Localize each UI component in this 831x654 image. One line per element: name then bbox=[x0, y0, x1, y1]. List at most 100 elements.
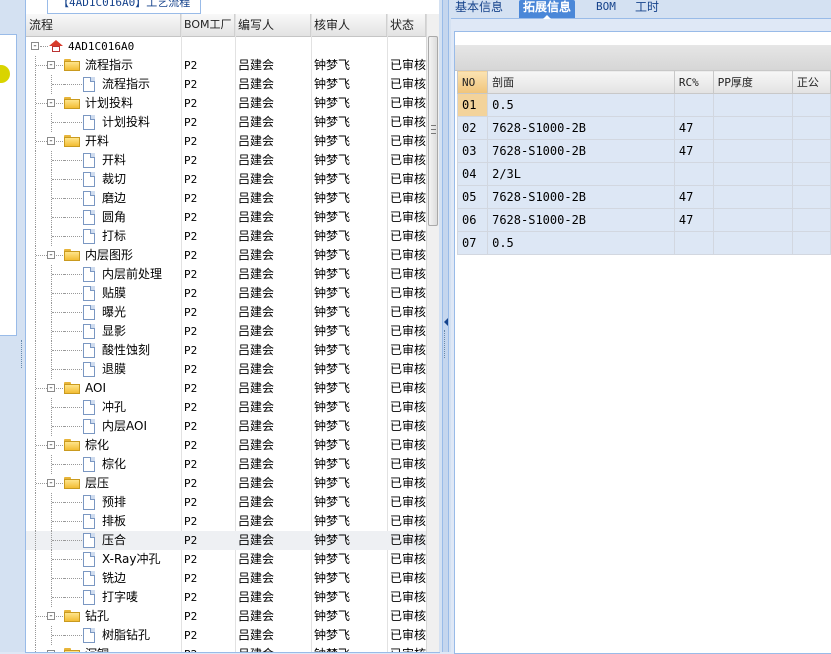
tree-step-label: 贴膜 bbox=[102, 286, 127, 300]
tree-connector bbox=[35, 550, 36, 569]
tree-row-step[interactable]: 曝光 P2 吕建会 钟梦飞 已审核 bbox=[26, 303, 426, 322]
tree-row-step[interactable]: 树脂钻孔 P2 吕建会 钟梦飞 已审核 bbox=[26, 626, 426, 645]
collapse-icon[interactable]: - bbox=[47, 251, 55, 260]
tree-connector bbox=[64, 122, 82, 123]
tree-row-folder[interactable]: - 开料 P2 吕建会 钟梦飞 已审核 bbox=[26, 132, 426, 151]
tree-row-folder[interactable]: - 内层图形 P2 吕建会 钟梦飞 已审核 bbox=[26, 246, 426, 265]
tree-row-folder[interactable]: - 钻孔 P2 吕建会 钟梦飞 已审核 bbox=[26, 607, 426, 626]
column-header-flow[interactable]: 流程 bbox=[26, 14, 181, 36]
collapse-left-arrow-icon[interactable] bbox=[444, 318, 448, 326]
cell-reviewer: 钟梦飞 bbox=[314, 324, 351, 338]
tree-row-folder[interactable]: - 流程指示 P2 吕建会 钟梦飞 已审核 bbox=[26, 56, 426, 75]
cell-bom: P2 bbox=[184, 287, 198, 300]
cell-pp-thickness bbox=[712, 139, 793, 163]
column-header-tolerance[interactable]: 正公 bbox=[791, 70, 831, 94]
tree-row-step[interactable]: 酸性蚀刻 P2 吕建会 钟梦飞 已审核 bbox=[26, 341, 426, 360]
collapse-icon[interactable]: - bbox=[47, 99, 55, 108]
cell-writer: 吕建会 bbox=[238, 153, 275, 167]
cell-status: 已审核 bbox=[390, 153, 426, 167]
tree-row-step[interactable]: 棕化 P2 吕建会 钟梦飞 已审核 bbox=[26, 455, 426, 474]
cell-status: 已审核 bbox=[390, 248, 426, 262]
tree-row-step[interactable]: X-Ray冲孔 P2 吕建会 钟梦飞 已审核 bbox=[26, 550, 426, 569]
collapse-icon[interactable]: - bbox=[47, 137, 55, 146]
tree-row-step[interactable]: 铣边 P2 吕建会 钟梦飞 已审核 bbox=[26, 569, 426, 588]
column-header-status[interactable]: 状态 bbox=[387, 14, 426, 36]
tree-row-step[interactable]: 裁切 P2 吕建会 钟梦飞 已审核 bbox=[26, 170, 426, 189]
tree-row-step[interactable]: 计划投料 P2 吕建会 钟梦飞 已审核 bbox=[26, 113, 426, 132]
stackup-row[interactable]: 02 7628-S1000-2B 47 bbox=[456, 116, 831, 140]
cell-writer: 吕建会 bbox=[238, 628, 275, 642]
home-icon bbox=[49, 40, 63, 52]
column-header-writer[interactable]: 编写人 bbox=[235, 14, 311, 36]
tree-step-label: 打标 bbox=[102, 229, 127, 243]
stackup-row[interactable]: 04 2/3L bbox=[456, 162, 831, 186]
collapse-icon[interactable]: - bbox=[31, 42, 39, 51]
tree-row-step[interactable]: 冲孔 P2 吕建会 钟梦飞 已审核 bbox=[26, 398, 426, 417]
document-icon bbox=[83, 495, 95, 510]
document-icon bbox=[83, 343, 95, 358]
tree-row-folder[interactable]: - 层压 P2 吕建会 钟梦飞 已审核 bbox=[26, 474, 426, 493]
tree-row-step[interactable]: 开料 P2 吕建会 钟梦飞 已审核 bbox=[26, 151, 426, 170]
tree-row-step[interactable]: 显影 P2 吕建会 钟梦飞 已审核 bbox=[26, 322, 426, 341]
tree-row-step[interactable]: 磨边 P2 吕建会 钟梦飞 已审核 bbox=[26, 189, 426, 208]
cell-writer: 吕建会 bbox=[238, 438, 275, 452]
cell-reviewer: 钟梦飞 bbox=[314, 590, 351, 604]
stackup-row[interactable]: 06 7628-S1000-2B 47 bbox=[456, 208, 831, 232]
tree-row-step[interactable]: 排板 P2 吕建会 钟梦飞 已审核 bbox=[26, 512, 426, 531]
window-title-tab[interactable]: 【4AD1C016A0】工艺流程 bbox=[47, 0, 202, 14]
column-header-pp-thickness[interactable]: PP厚度 bbox=[712, 70, 793, 94]
tree-row-step[interactable]: 圆角 P2 吕建会 钟梦飞 已审核 bbox=[26, 208, 426, 227]
tree-row-step[interactable]: 流程指示 P2 吕建会 钟梦飞 已审核 bbox=[26, 75, 426, 94]
stackup-row[interactable]: 07 0.5 bbox=[456, 231, 831, 255]
tree-step-label: 裁切 bbox=[102, 172, 127, 186]
cell-status: 已审核 bbox=[390, 77, 426, 91]
tree-row-step[interactable]: 打字唛 P2 吕建会 钟梦飞 已审核 bbox=[26, 588, 426, 607]
cell-no: 05 bbox=[456, 185, 489, 209]
cell-bom: P2 bbox=[184, 572, 198, 585]
tree-connector bbox=[52, 274, 64, 275]
vertical-scrollbar[interactable] bbox=[426, 14, 439, 652]
tree-connector bbox=[35, 189, 36, 208]
scrollbar-thumb[interactable] bbox=[428, 36, 438, 226]
tree-row-folder[interactable]: - 棕化 P2 吕建会 钟梦飞 已审核 bbox=[26, 436, 426, 455]
collapse-icon[interactable]: - bbox=[47, 61, 55, 70]
tree-row-step[interactable]: 压合 P2 吕建会 钟梦飞 已审核 bbox=[26, 531, 426, 550]
tree-row-step[interactable]: 内层前处理 P2 吕建会 钟梦飞 已审核 bbox=[26, 265, 426, 284]
tree-row-step[interactable]: 预排 P2 吕建会 钟梦飞 已审核 bbox=[26, 493, 426, 512]
tab-basic-info[interactable]: 基本信息 bbox=[451, 0, 507, 18]
column-header-reviewer[interactable]: 核审人 bbox=[311, 14, 387, 36]
cell-status: 已审核 bbox=[390, 381, 426, 395]
center-splitter[interactable] bbox=[439, 0, 451, 652]
collapse-icon[interactable]: - bbox=[47, 384, 55, 393]
cell-tolerance bbox=[791, 162, 831, 186]
tree-cell: 打标 bbox=[26, 227, 181, 246]
stackup-row[interactable]: 05 7628-S1000-2B 47 bbox=[456, 185, 831, 209]
collapse-icon[interactable]: - bbox=[47, 441, 55, 450]
tree-row-folder[interactable]: - AOI P2 吕建会 钟梦飞 已审核 bbox=[26, 379, 426, 398]
tree-row-step[interactable]: 贴膜 P2 吕建会 钟梦飞 已审核 bbox=[26, 284, 426, 303]
column-header-no[interactable]: NO bbox=[456, 70, 489, 94]
stackup-row[interactable]: 03 7628-S1000-2B 47 bbox=[456, 139, 831, 163]
cell-reviewer: 钟梦飞 bbox=[314, 134, 351, 148]
status-dot-icon[interactable] bbox=[0, 65, 10, 83]
tree-row-root[interactable]: - 4AD1C016A0 bbox=[26, 37, 426, 56]
cell-bom: P2 bbox=[184, 610, 198, 623]
collapse-icon[interactable]: - bbox=[47, 479, 55, 488]
tree-connector bbox=[52, 217, 64, 218]
cell-tolerance bbox=[791, 139, 831, 163]
tree-row-folder[interactable]: - 计划投料 P2 吕建会 钟梦飞 已审核 bbox=[26, 94, 426, 113]
tree-row-step[interactable]: 退膜 P2 吕建会 钟梦飞 已审核 bbox=[26, 360, 426, 379]
column-header-bom[interactable]: BOM工厂 bbox=[181, 14, 235, 36]
tab-extended-info[interactable]: 拓展信息 bbox=[519, 0, 576, 19]
tree-cell: 铣边 bbox=[26, 569, 181, 588]
tab-work-hours[interactable]: 工时 bbox=[631, 0, 663, 18]
tree-row-step[interactable]: 内层AOI P2 吕建会 钟梦飞 已审核 bbox=[26, 417, 426, 436]
tree-row-step[interactable]: 打标 P2 吕建会 钟梦飞 已审核 bbox=[26, 227, 426, 246]
tree-folder-label: 层压 bbox=[85, 476, 110, 490]
stackup-row[interactable]: 01 0.5 bbox=[456, 93, 831, 117]
cell-no: 02 bbox=[456, 116, 489, 140]
collapse-icon[interactable]: - bbox=[47, 612, 55, 621]
tab-bom[interactable]: BOM bbox=[592, 0, 620, 18]
column-header-rc[interactable]: RC% bbox=[673, 70, 714, 94]
column-header-section[interactable]: 剖面 bbox=[487, 70, 675, 94]
